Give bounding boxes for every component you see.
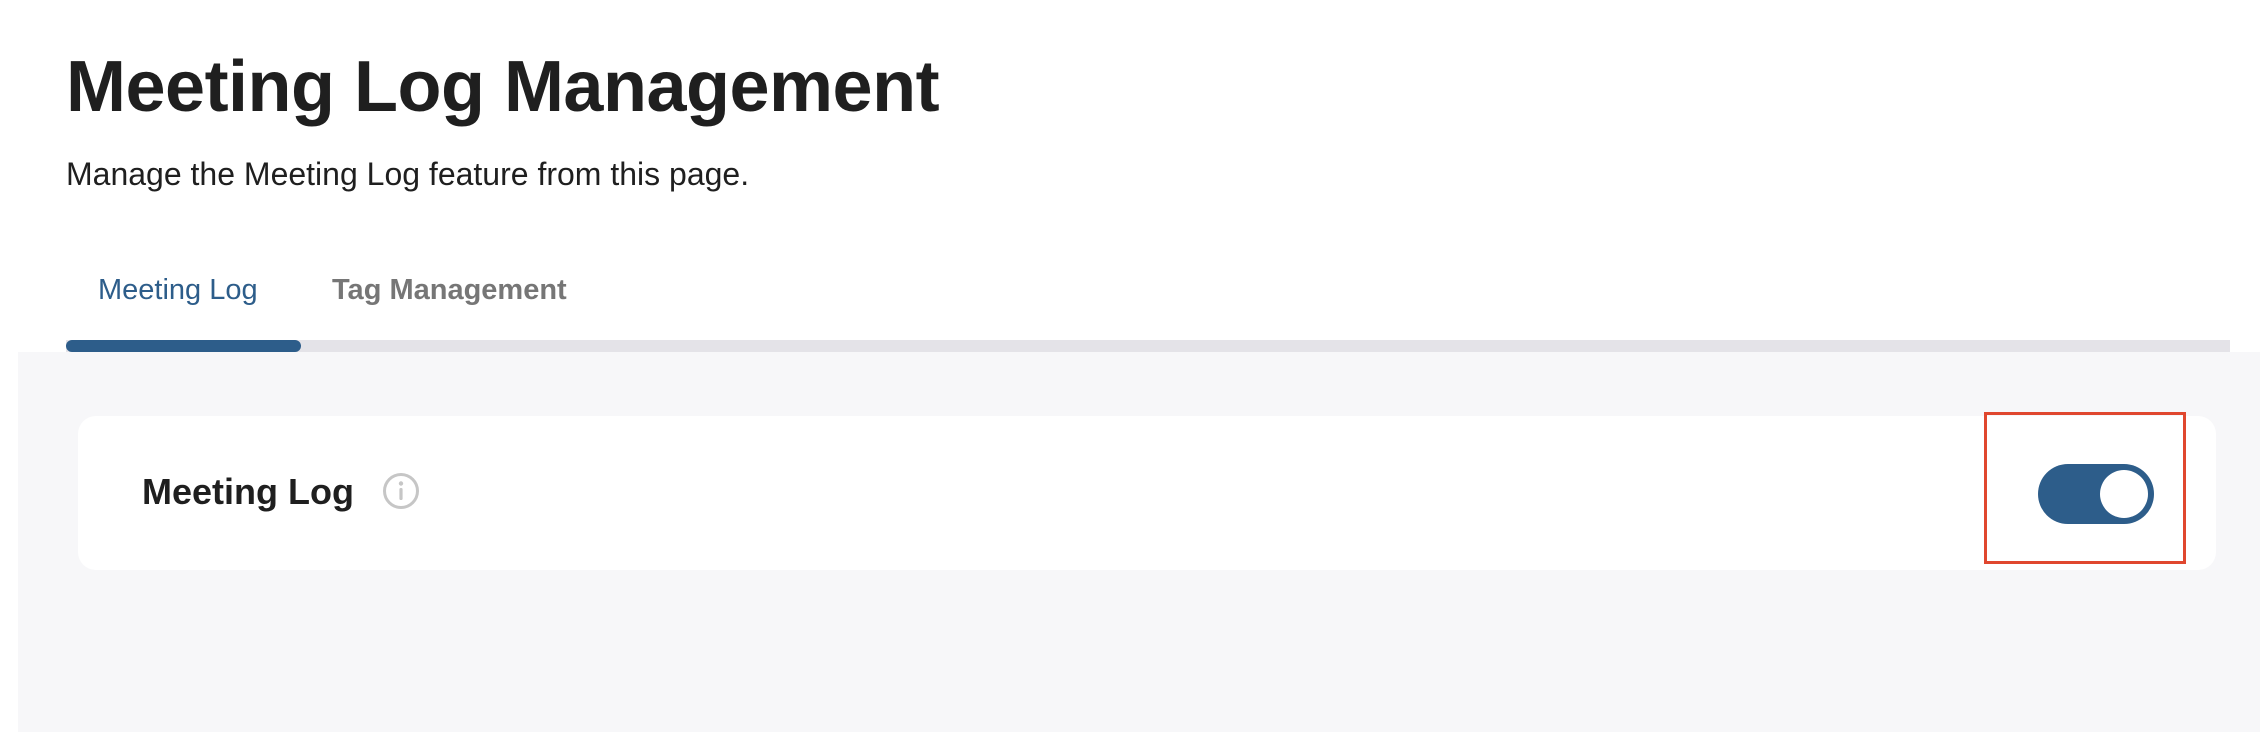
card-title: Meeting Log <box>142 471 354 512</box>
content-area: Meeting Log <box>18 352 2260 732</box>
tab-tag-management[interactable]: Tag Management <box>332 270 567 310</box>
page-subtitle: Manage the Meeting Log feature from this… <box>66 156 750 192</box>
tab-track <box>66 340 2230 352</box>
tab-bar: Meeting Log Tag Management <box>66 258 2230 352</box>
meeting-log-card: Meeting Log <box>78 416 2216 570</box>
page-title: Meeting Log Management <box>66 47 940 127</box>
info-icon[interactable] <box>382 472 420 510</box>
toggle-knob <box>2100 470 2148 518</box>
meeting-log-toggle[interactable] <box>2038 464 2154 524</box>
tab-active-indicator <box>66 340 301 352</box>
tab-meeting-log[interactable]: Meeting Log <box>98 270 258 310</box>
